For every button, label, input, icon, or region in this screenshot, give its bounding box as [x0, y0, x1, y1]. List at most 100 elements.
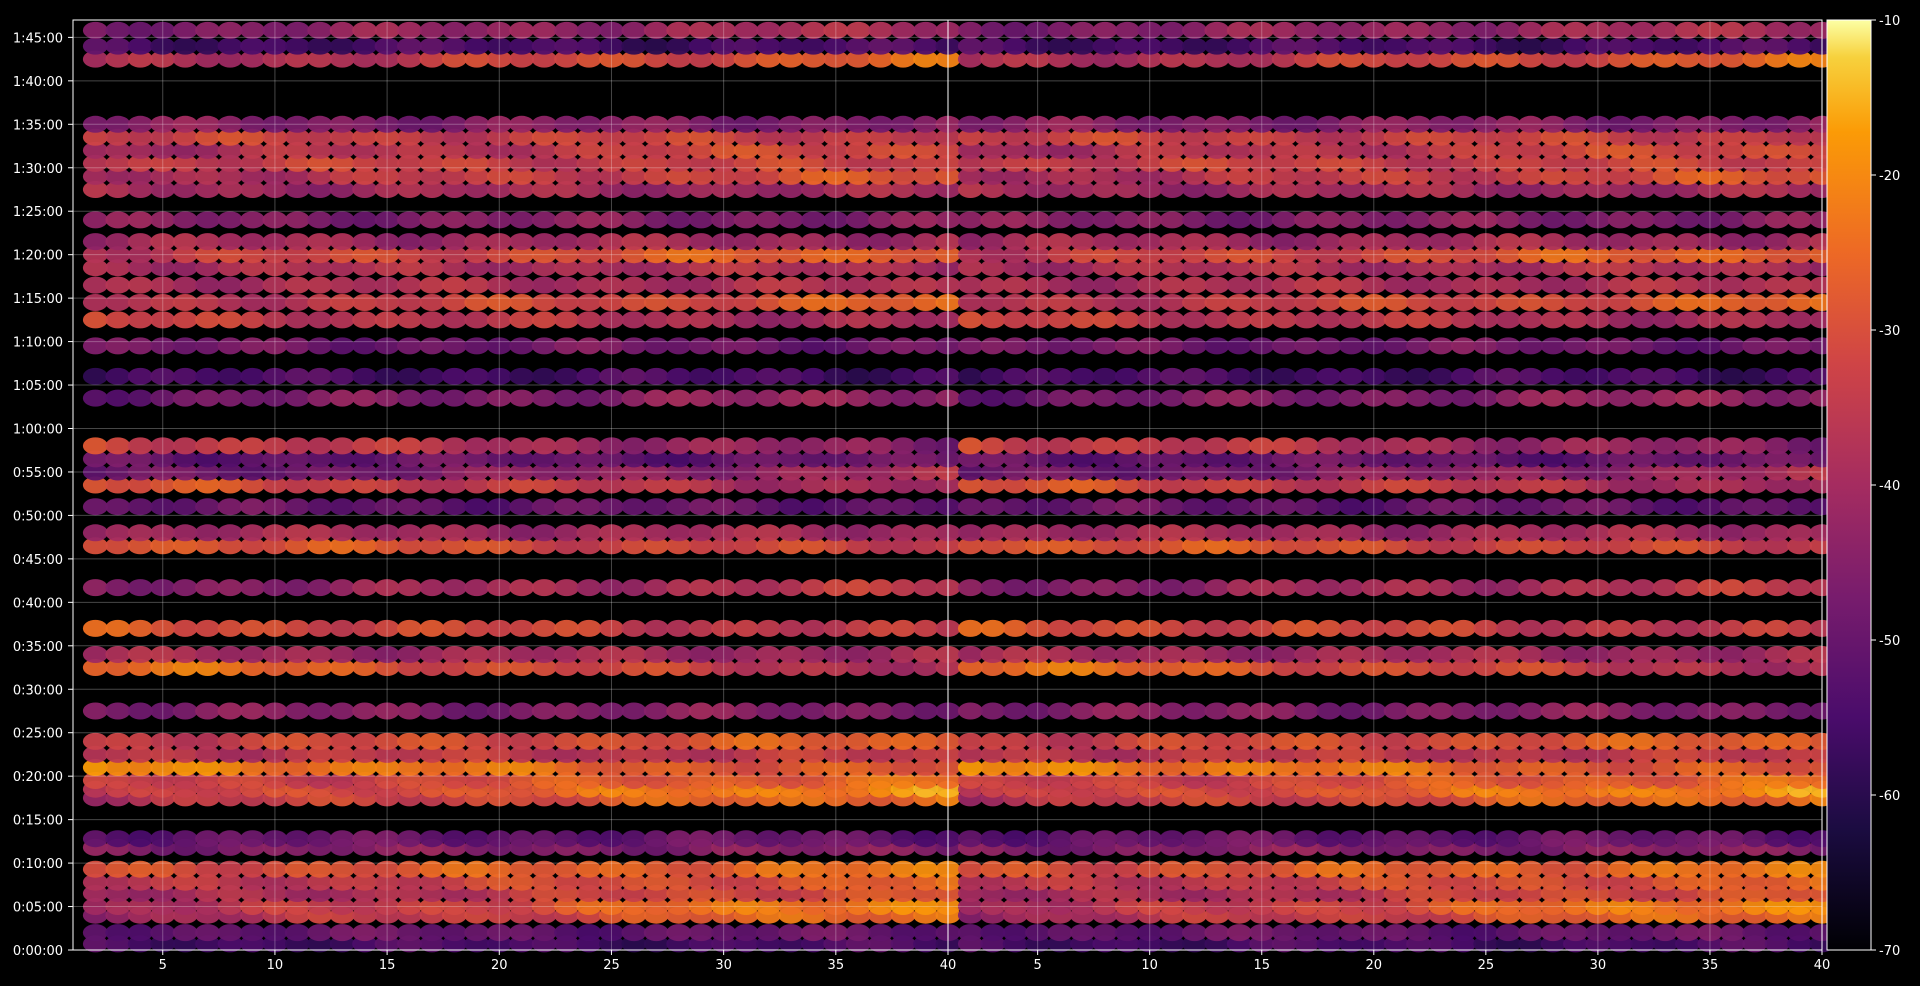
heat-cell — [1742, 619, 1768, 637]
heat-cell — [576, 276, 602, 294]
heat-cell — [1316, 389, 1342, 407]
heat-cell — [778, 732, 804, 750]
heat-cell — [352, 498, 378, 516]
heat-cell — [1764, 367, 1790, 385]
heat-cell — [1114, 276, 1140, 294]
heat-cell — [1159, 233, 1185, 251]
heat-cell — [1182, 211, 1207, 229]
heat-cell — [441, 646, 467, 663]
heat-cell — [441, 37, 467, 55]
heat-cell — [1518, 702, 1544, 720]
heat-cell — [688, 367, 714, 385]
heat-cell — [1563, 646, 1588, 663]
heat-cell — [1787, 498, 1813, 516]
heat-cell — [980, 702, 1006, 720]
heat-cell — [1002, 389, 1028, 407]
heat-cell — [778, 437, 804, 455]
heat-cell — [1316, 924, 1342, 942]
heat-cell — [576, 579, 602, 597]
heat-cell — [1204, 732, 1230, 750]
heat-cell — [1719, 211, 1745, 229]
heat-cell — [1047, 619, 1073, 637]
heat-cell — [1294, 498, 1320, 516]
heat-cell — [1047, 389, 1073, 407]
heat-cell — [1406, 294, 1432, 311]
heat-cell — [464, 21, 490, 39]
heat-cell — [1719, 21, 1745, 39]
heat-cell — [688, 830, 714, 848]
heat-cell — [1204, 276, 1230, 294]
heat-cell — [172, 211, 198, 229]
heat-cell — [127, 294, 153, 311]
x-tick-label: 25 — [1478, 958, 1495, 973]
heat-cell — [1294, 367, 1320, 385]
heat-cell — [419, 437, 445, 455]
heat-cell — [1092, 646, 1118, 663]
heat-cell — [1002, 211, 1028, 229]
heat-cell — [127, 830, 153, 848]
heat-cell — [621, 437, 647, 455]
heat-cell — [1002, 437, 1028, 455]
heat-cell — [329, 337, 355, 355]
heat-cell — [1338, 498, 1364, 516]
heat-cell — [1607, 702, 1633, 720]
heat-cell — [1271, 498, 1297, 516]
heat-cell — [1428, 276, 1454, 294]
heat-cell — [733, 524, 759, 542]
heat-cell — [1406, 924, 1432, 942]
heat-cell — [1518, 579, 1544, 597]
heat-cell — [397, 294, 422, 311]
heat-cell — [957, 311, 983, 329]
heat-cell — [1764, 619, 1790, 637]
heat-cell — [1159, 367, 1185, 385]
heat-cell — [105, 337, 131, 355]
heat-cell — [778, 524, 804, 542]
y-tick-label: 1:15:00 — [13, 292, 63, 307]
heat-cell — [1630, 830, 1656, 848]
heat-cell — [105, 367, 131, 385]
heat-cell — [800, 311, 826, 329]
heat-cell — [1114, 337, 1140, 355]
heat-cell — [554, 579, 580, 597]
heat-cell — [890, 524, 916, 542]
heat-cell — [1092, 21, 1118, 39]
heat-cell — [621, 211, 647, 229]
heat-cell — [509, 924, 535, 942]
heat-cell — [1226, 702, 1252, 720]
heat-cell — [531, 211, 557, 229]
heat-cell — [1047, 830, 1073, 848]
heat-cell — [217, 498, 243, 516]
heat-cell — [1764, 211, 1790, 229]
heat-cell — [1495, 37, 1521, 55]
x-tick-label: 15 — [379, 958, 396, 973]
heat-cell — [666, 924, 692, 942]
heat-cell — [397, 21, 422, 39]
heat-cell — [1675, 702, 1700, 720]
heat-cell — [172, 524, 198, 542]
heat-cell — [666, 389, 692, 407]
heat-cell — [1787, 619, 1813, 637]
heat-cell — [195, 830, 221, 848]
heat-cell — [733, 294, 759, 311]
heat-cell — [756, 389, 781, 407]
heat-cell — [890, 732, 916, 750]
heat-cell — [1742, 294, 1768, 311]
heat-cell — [778, 211, 804, 229]
heat-cell — [1002, 524, 1028, 542]
heat-cell — [1495, 498, 1521, 516]
heat-cell — [1092, 702, 1118, 720]
heat-cell — [913, 579, 939, 597]
x-tick-label: 10 — [267, 958, 284, 973]
heat-cell — [576, 337, 602, 355]
heat-cell — [1630, 702, 1656, 720]
heat-cell — [1182, 337, 1207, 355]
heat-cell — [733, 646, 759, 663]
heat-cell — [1070, 37, 1095, 55]
heat-cell — [1563, 367, 1588, 385]
heat-cell — [800, 37, 826, 55]
heat-cell — [284, 367, 310, 385]
heat-cell — [419, 498, 445, 516]
heat-cell — [1159, 311, 1185, 329]
heat-cell — [845, 337, 871, 355]
heat-cell — [1450, 294, 1476, 311]
